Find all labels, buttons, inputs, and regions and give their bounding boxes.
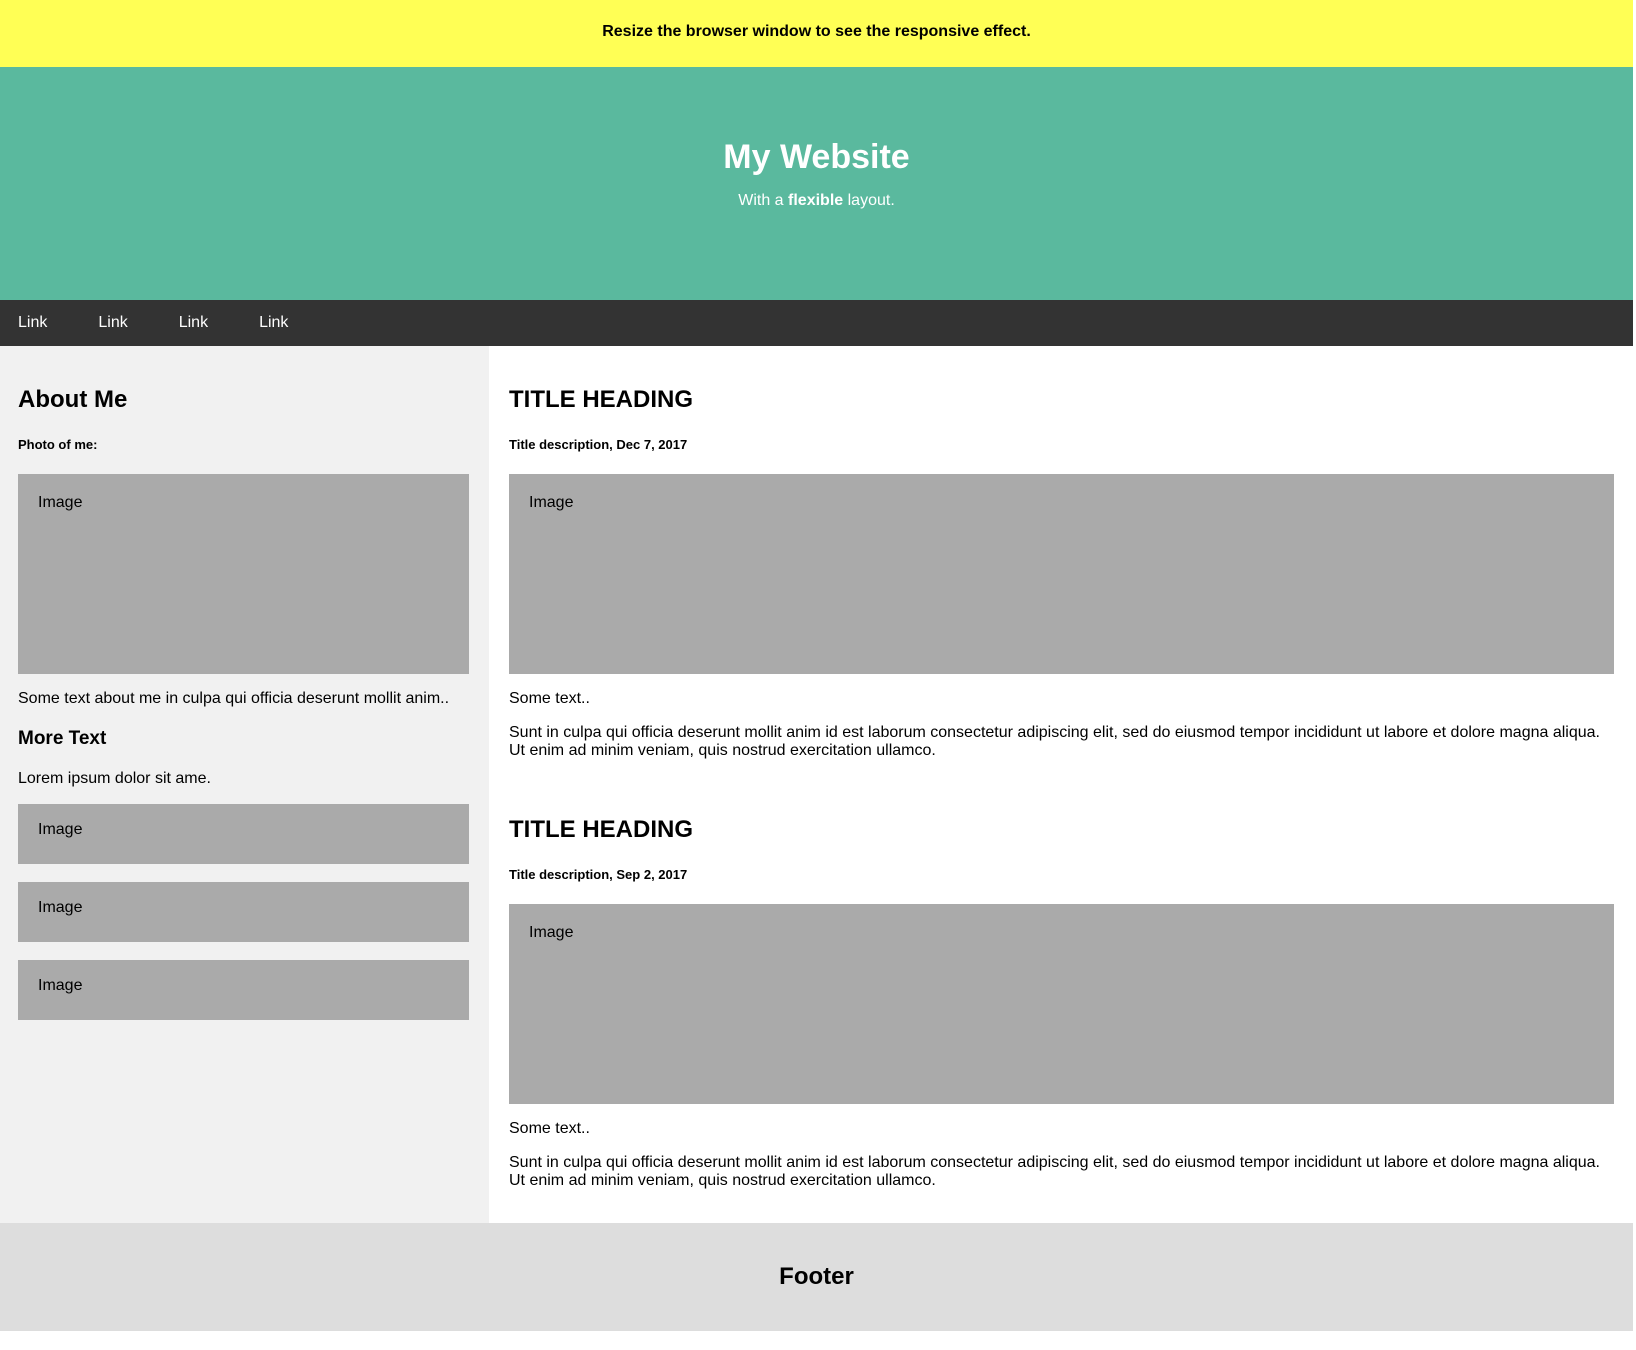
sidebar-image-2: Image (18, 882, 469, 942)
post-body: Sunt in culpa qui officia deserunt molli… (509, 1154, 1600, 1189)
responsive-notice: Resize the browser window to see the res… (0, 0, 1633, 67)
sidebar-image-1: Image (18, 804, 469, 864)
profile-photo-placeholder: Image (18, 474, 469, 674)
post-title: TITLE HEADING (509, 816, 693, 843)
nav-link-3[interactable]: Link (128, 300, 208, 346)
main-content: TITLE HEADING Title description, Dec 7, … (489, 346, 1633, 1223)
post: TITLE HEADING Title description, Sep 2, … (509, 760, 1614, 1190)
post-body: Sunt in culpa qui officia deserunt molli… (509, 724, 1600, 759)
footer-title: Footer (779, 1263, 854, 1290)
image-placeholder-label: Image (38, 494, 83, 511)
sidebar: About Me Photo of me: Image Some text ab… (0, 346, 489, 1223)
more-text-body: Lorem ipsum dolor sit ame. (18, 770, 211, 787)
notice-text: Resize the browser window to see the res… (602, 22, 1031, 40)
site-header: My Website With a flexible layout. (0, 67, 1633, 300)
image-placeholder-label: Image (38, 821, 83, 838)
post-description: Title description, Sep 2, 2017 (509, 867, 688, 882)
image-placeholder-label: Image (38, 899, 83, 916)
subtitle-bold: flexible (788, 191, 844, 209)
site-title: My Website (723, 137, 910, 176)
more-text-heading: More Text (18, 728, 107, 749)
about-text: Some text about me in culpa qui officia … (18, 690, 450, 707)
post-image-placeholder: Image (509, 904, 1614, 1104)
page: Resize the browser window to see the res… (0, 0, 1633, 1331)
image-placeholder-label: Image (529, 494, 574, 511)
post-short-text: Some text.. (509, 1120, 590, 1137)
post-title: TITLE HEADING (509, 386, 693, 413)
content-row: About Me Photo of me: Image Some text ab… (0, 346, 1633, 1223)
photo-label: Photo of me: (18, 437, 98, 452)
site-subtitle: With a flexible layout. (738, 192, 895, 210)
nav-link-2[interactable]: Link (47, 300, 127, 346)
about-heading: About Me (18, 386, 128, 413)
post-image-placeholder: Image (509, 474, 1614, 674)
post-description: Title description, Dec 7, 2017 (509, 437, 688, 452)
nav-link-4[interactable]: Link (208, 300, 288, 346)
post: TITLE HEADING Title description, Dec 7, … (509, 346, 1614, 760)
site-footer: Footer (0, 1223, 1633, 1331)
subtitle-pre: With a (738, 191, 789, 209)
image-placeholder-label: Image (529, 924, 574, 941)
nav-link-1[interactable]: Link (0, 300, 47, 346)
sidebar-image-3: Image (18, 960, 469, 1020)
navbar: Link Link Link Link (0, 300, 1633, 346)
image-placeholder-label: Image (38, 977, 83, 994)
post-short-text: Some text.. (509, 690, 590, 707)
subtitle-post: layout. (843, 191, 895, 209)
